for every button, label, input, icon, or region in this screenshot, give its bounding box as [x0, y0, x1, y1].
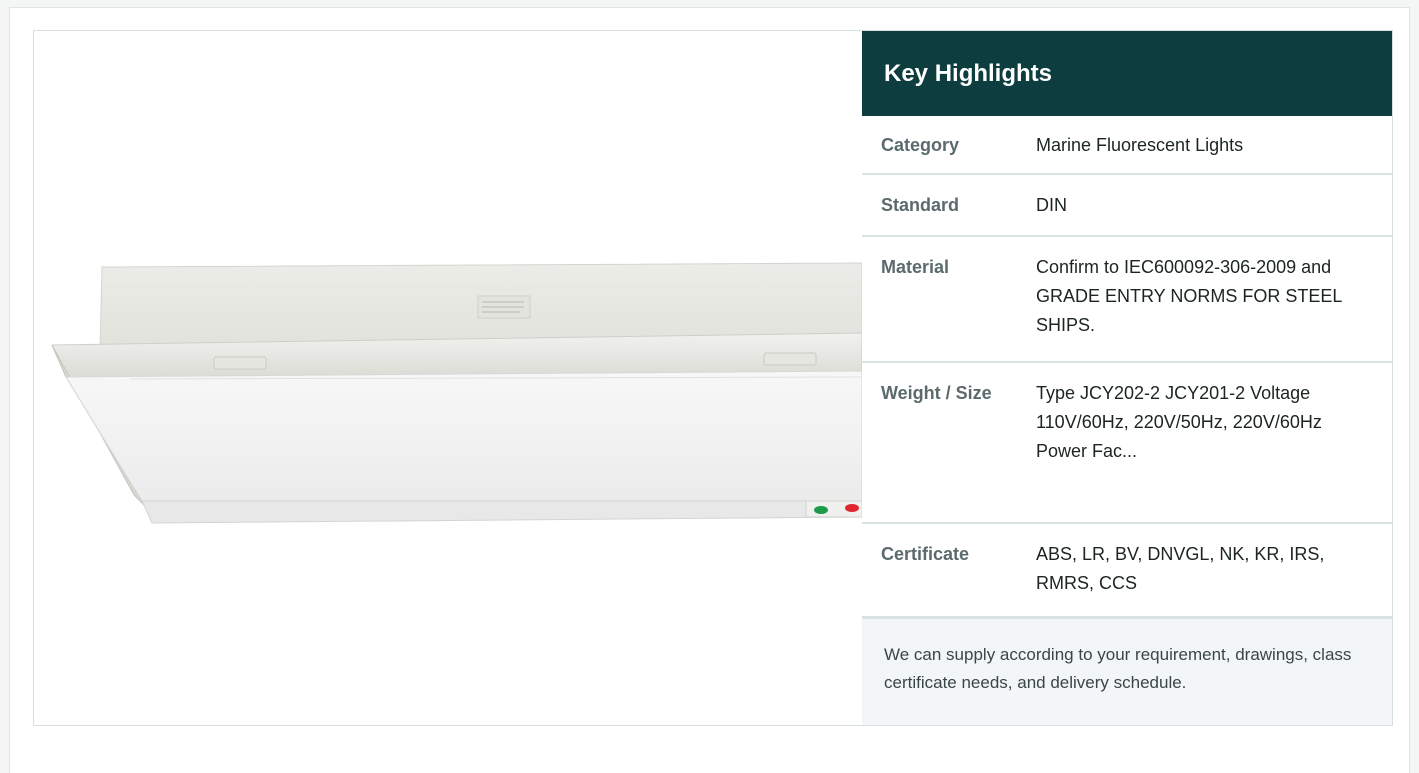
fluorescent-light-fixture-image	[51, 262, 862, 524]
spec-label: Certificate	[881, 544, 970, 564]
spec-row-category: Category Marine Fluorescent Lights	[862, 116, 1392, 175]
spec-row-weight-size: Weight / Size Type JCY202-2 JCY201-2 Vol…	[862, 363, 1392, 524]
red-indicator-icon	[845, 504, 859, 512]
spec-value: Type JCY202-2 JCY201-2 Voltage 110V/60Hz…	[1036, 383, 1322, 461]
spec-value: DIN	[1036, 195, 1067, 215]
spec-label: Weight / Size	[881, 383, 992, 403]
product-image[interactable]	[34, 31, 862, 725]
green-indicator-icon	[814, 506, 828, 514]
spec-label: Category	[881, 135, 960, 155]
key-highlights-title: Key Highlights	[884, 59, 1053, 87]
spec-value: Marine Fluorescent Lights	[1036, 135, 1244, 155]
spec-value: ABS, LR, BV, DNVGL, NK, KR, IRS, RMRS, C…	[1036, 544, 1325, 593]
spec-row-standard: Standard DIN	[862, 175, 1392, 237]
spec-value: Confirm to IEC600092-306-2009 and GRADE …	[1036, 257, 1342, 335]
spec-row-certificate: Certificate ABS, LR, BV, DNVGL, NK, KR, …	[862, 524, 1392, 619]
key-highlights-header: Key Highlights	[862, 31, 1392, 116]
spec-label: Standard	[881, 195, 960, 215]
spec-row-material: Material Confirm to IEC600092-306-2009 a…	[862, 237, 1392, 363]
product-card: Key Highlights Category Marine Fluoresce…	[33, 30, 1393, 726]
supply-note: We can supply according to your requirem…	[862, 619, 1392, 725]
spec-label: Material	[881, 257, 950, 277]
key-highlights-panel: Key Highlights Category Marine Fluoresce…	[862, 31, 1392, 725]
